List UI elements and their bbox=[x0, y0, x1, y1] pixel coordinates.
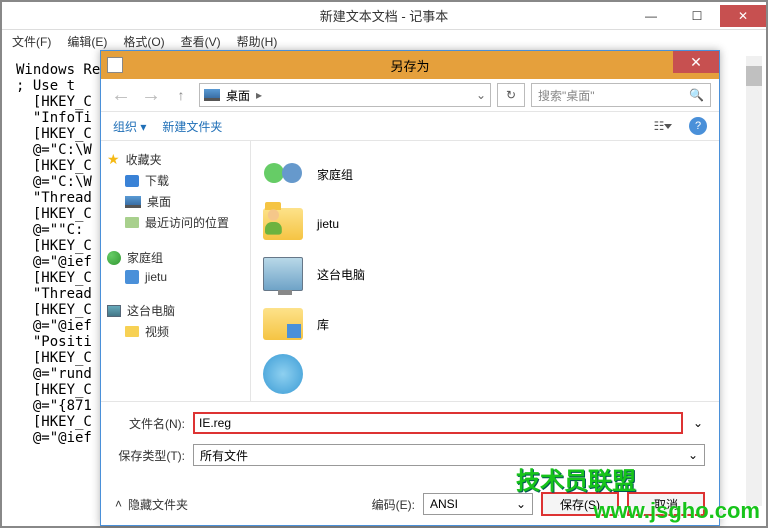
list-item[interactable] bbox=[259, 349, 711, 399]
close-button[interactable]: ✕ bbox=[720, 5, 766, 27]
list-item[interactable]: 家庭组 bbox=[259, 149, 711, 199]
chevron-up-icon: ˄ bbox=[115, 497, 122, 511]
file-list[interactable]: 家庭组 jietu 这台电脑 库 bbox=[251, 141, 719, 401]
encoding-select[interactable]: ANSI⌄ bbox=[423, 493, 533, 515]
folder-icon bbox=[263, 208, 303, 240]
nav-user-jietu[interactable]: jietu bbox=[107, 268, 244, 286]
save-as-dialog: 另存为 ✕ ← → ↑ 桌面 ▸ ⌄ ↻ 搜索"桌面" 🔍 组织 ▾ 新建文件夹 bbox=[100, 50, 720, 526]
pc-icon bbox=[263, 257, 303, 291]
nav-up-button[interactable]: ↑ bbox=[169, 83, 193, 107]
folder-icon bbox=[125, 326, 139, 337]
filename-input[interactable] bbox=[193, 412, 683, 434]
address-bar-row: ← → ↑ 桌面 ▸ ⌄ ↻ 搜索"桌面" 🔍 bbox=[101, 79, 719, 111]
menu-edit[interactable]: 编辑(E) bbox=[67, 33, 107, 50]
organize-button[interactable]: 组织 ▾ bbox=[113, 118, 146, 135]
address-bar[interactable]: 桌面 ▸ ⌄ bbox=[199, 83, 491, 107]
nav-back-button[interactable]: ← bbox=[109, 83, 133, 107]
nav-forward-button[interactable]: → bbox=[139, 83, 163, 107]
scrollbar-track[interactable] bbox=[746, 56, 762, 506]
scrollbar-thumb[interactable] bbox=[746, 66, 762, 86]
desktop-icon bbox=[125, 196, 141, 208]
minimize-button[interactable]: — bbox=[628, 5, 674, 27]
location-text: 桌面 bbox=[226, 87, 250, 104]
nav-videos[interactable]: 视频 bbox=[107, 321, 244, 342]
nav-downloads[interactable]: 下载 bbox=[107, 170, 244, 191]
dialog-titlebar: 另存为 ✕ bbox=[101, 51, 719, 79]
nav-this-pc[interactable]: 这台电脑 bbox=[107, 300, 244, 321]
menu-view[interactable]: 查看(V) bbox=[181, 33, 221, 50]
nav-recent[interactable]: 最近访问的位置 bbox=[107, 212, 244, 233]
new-folder-button[interactable]: 新建文件夹 bbox=[162, 118, 222, 135]
filename-label: 文件名(N): bbox=[115, 415, 185, 432]
pc-icon bbox=[107, 305, 121, 317]
desktop-icon bbox=[204, 89, 220, 101]
filename-dropdown-icon[interactable]: ⌄ bbox=[691, 416, 705, 430]
refresh-button[interactable]: ↻ bbox=[497, 83, 525, 107]
dialog-close-button[interactable]: ✕ bbox=[673, 51, 719, 73]
nav-favorites[interactable]: ★收藏夹 bbox=[107, 149, 244, 170]
address-dropdown-icon[interactable]: ⌄ bbox=[476, 88, 486, 102]
toolbar: 组织 ▾ 新建文件夹 ☷ ? bbox=[101, 111, 719, 141]
recent-icon bbox=[125, 217, 139, 228]
homegroup-icon bbox=[107, 251, 121, 265]
list-item[interactable]: jietu bbox=[259, 199, 711, 249]
search-placeholder: 搜索"桌面" bbox=[538, 87, 595, 104]
notepad-titlebar: 新建文本文档 - 记事本 — ☐ ✕ bbox=[2, 2, 766, 30]
filetype-label: 保存类型(T): bbox=[115, 447, 185, 464]
hide-folders-button[interactable]: ˄隐藏文件夹 bbox=[115, 496, 188, 513]
watermark-url: www.jsgho.com bbox=[593, 498, 760, 524]
chevron-right-icon[interactable]: ▸ bbox=[256, 88, 262, 102]
view-options-button[interactable]: ☷ bbox=[653, 116, 673, 136]
dialog-icon bbox=[107, 57, 123, 73]
search-icon: 🔍 bbox=[689, 88, 704, 102]
homegroup-icon bbox=[264, 155, 302, 193]
nav-desktop[interactable]: 桌面 bbox=[107, 191, 244, 212]
downloads-icon bbox=[125, 175, 139, 187]
library-icon bbox=[263, 308, 303, 340]
user-icon bbox=[125, 270, 139, 284]
chevron-down-icon: ⌄ bbox=[688, 448, 698, 462]
dialog-title: 另存为 bbox=[390, 56, 429, 75]
menu-format[interactable]: 格式(O) bbox=[123, 33, 164, 50]
network-icon bbox=[263, 354, 303, 394]
maximize-button[interactable]: ☐ bbox=[674, 5, 720, 27]
notepad-title: 新建文本文档 - 记事本 bbox=[320, 6, 449, 25]
navigation-pane: ★收藏夹 下载 桌面 最近访问的位置 家庭组 jietu 这台电脑 视频 bbox=[101, 141, 251, 401]
star-icon: ★ bbox=[107, 151, 120, 168]
search-input[interactable]: 搜索"桌面" 🔍 bbox=[531, 83, 711, 107]
list-item[interactable]: 库 bbox=[259, 299, 711, 349]
notepad-menubar: 文件(F) 编辑(E) 格式(O) 查看(V) 帮助(H) bbox=[2, 30, 766, 52]
chevron-down-icon: ⌄ bbox=[516, 497, 526, 511]
menu-help[interactable]: 帮助(H) bbox=[237, 33, 278, 50]
help-button[interactable]: ? bbox=[689, 117, 707, 135]
menu-file[interactable]: 文件(F) bbox=[12, 33, 51, 50]
list-item[interactable]: 这台电脑 bbox=[259, 249, 711, 299]
nav-homegroup[interactable]: 家庭组 bbox=[107, 247, 244, 268]
encoding-label: 编码(E): bbox=[372, 496, 415, 513]
watermark-logo: 技术员联盟 bbox=[516, 461, 636, 496]
